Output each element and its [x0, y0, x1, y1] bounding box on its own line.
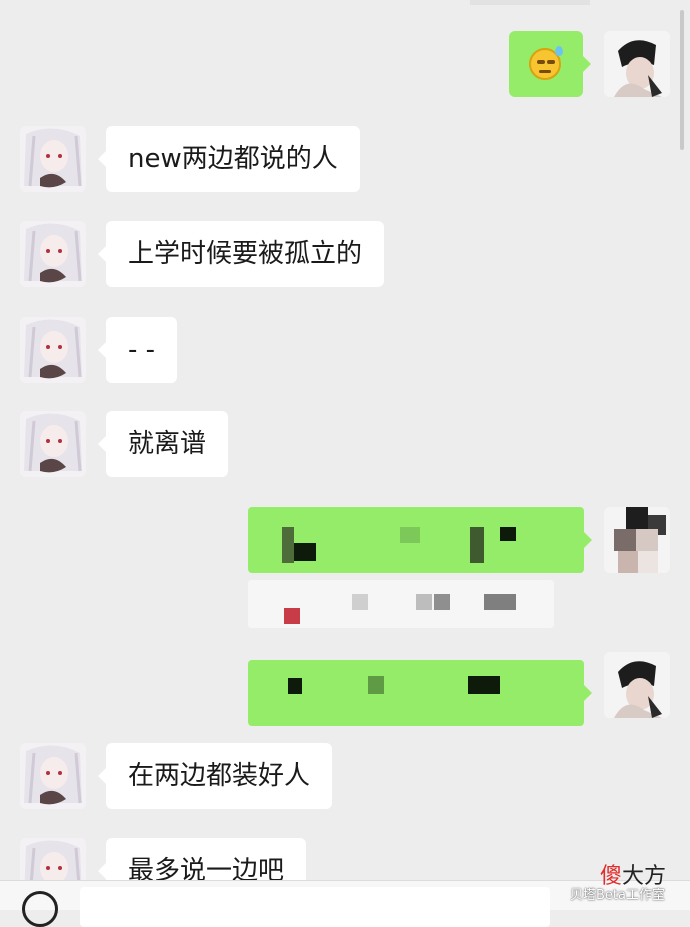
mosaic-block	[368, 676, 384, 694]
mosaic-block	[434, 594, 450, 610]
mosaic-block	[294, 543, 316, 561]
voice-input-icon[interactable]	[22, 891, 58, 927]
mosaic-block	[284, 608, 300, 624]
mosaic-block	[282, 527, 294, 563]
sent-message-bubble-redacted[interactable]	[248, 507, 592, 573]
mosaic-block	[352, 594, 368, 610]
mosaic-block	[400, 527, 420, 543]
message-bubble[interactable]: 在两边都装好人	[97, 743, 333, 809]
sent-message-bubble-redacted[interactable]	[248, 660, 592, 726]
message-bubble[interactable]: - -	[97, 317, 178, 383]
mosaic-block	[500, 527, 516, 541]
message-bubble[interactable]: new两边都说的人	[98, 126, 360, 192]
mosaic-block	[484, 594, 516, 610]
sent-emoji-bubble[interactable]	[509, 31, 591, 97]
mosaic-block	[470, 527, 484, 563]
contact-avatar[interactable]	[20, 317, 86, 383]
mosaic-block	[468, 676, 500, 694]
self-avatar-pixelated[interactable]	[604, 507, 670, 573]
watermark-subtext: 贝塔Beta工作室	[570, 888, 665, 903]
contact-avatar[interactable]	[20, 411, 86, 477]
previous-message-fragment	[470, 0, 590, 5]
message-bubble[interactable]: 就离谱	[97, 411, 229, 477]
contact-avatar[interactable]	[20, 743, 86, 809]
sweat-smile-emoji-icon	[529, 46, 563, 80]
mosaic-block	[288, 678, 302, 694]
contact-avatar[interactable]	[20, 221, 86, 287]
scrollbar[interactable]	[680, 10, 684, 150]
quoted-message-card[interactable]	[248, 580, 554, 628]
self-avatar[interactable]	[604, 652, 670, 718]
mosaic-block	[416, 594, 432, 610]
self-avatar[interactable]	[604, 31, 670, 97]
message-input[interactable]	[80, 887, 550, 927]
contact-avatar[interactable]	[20, 126, 86, 192]
message-bubble[interactable]: 上学时候要被孤立的	[97, 221, 385, 287]
